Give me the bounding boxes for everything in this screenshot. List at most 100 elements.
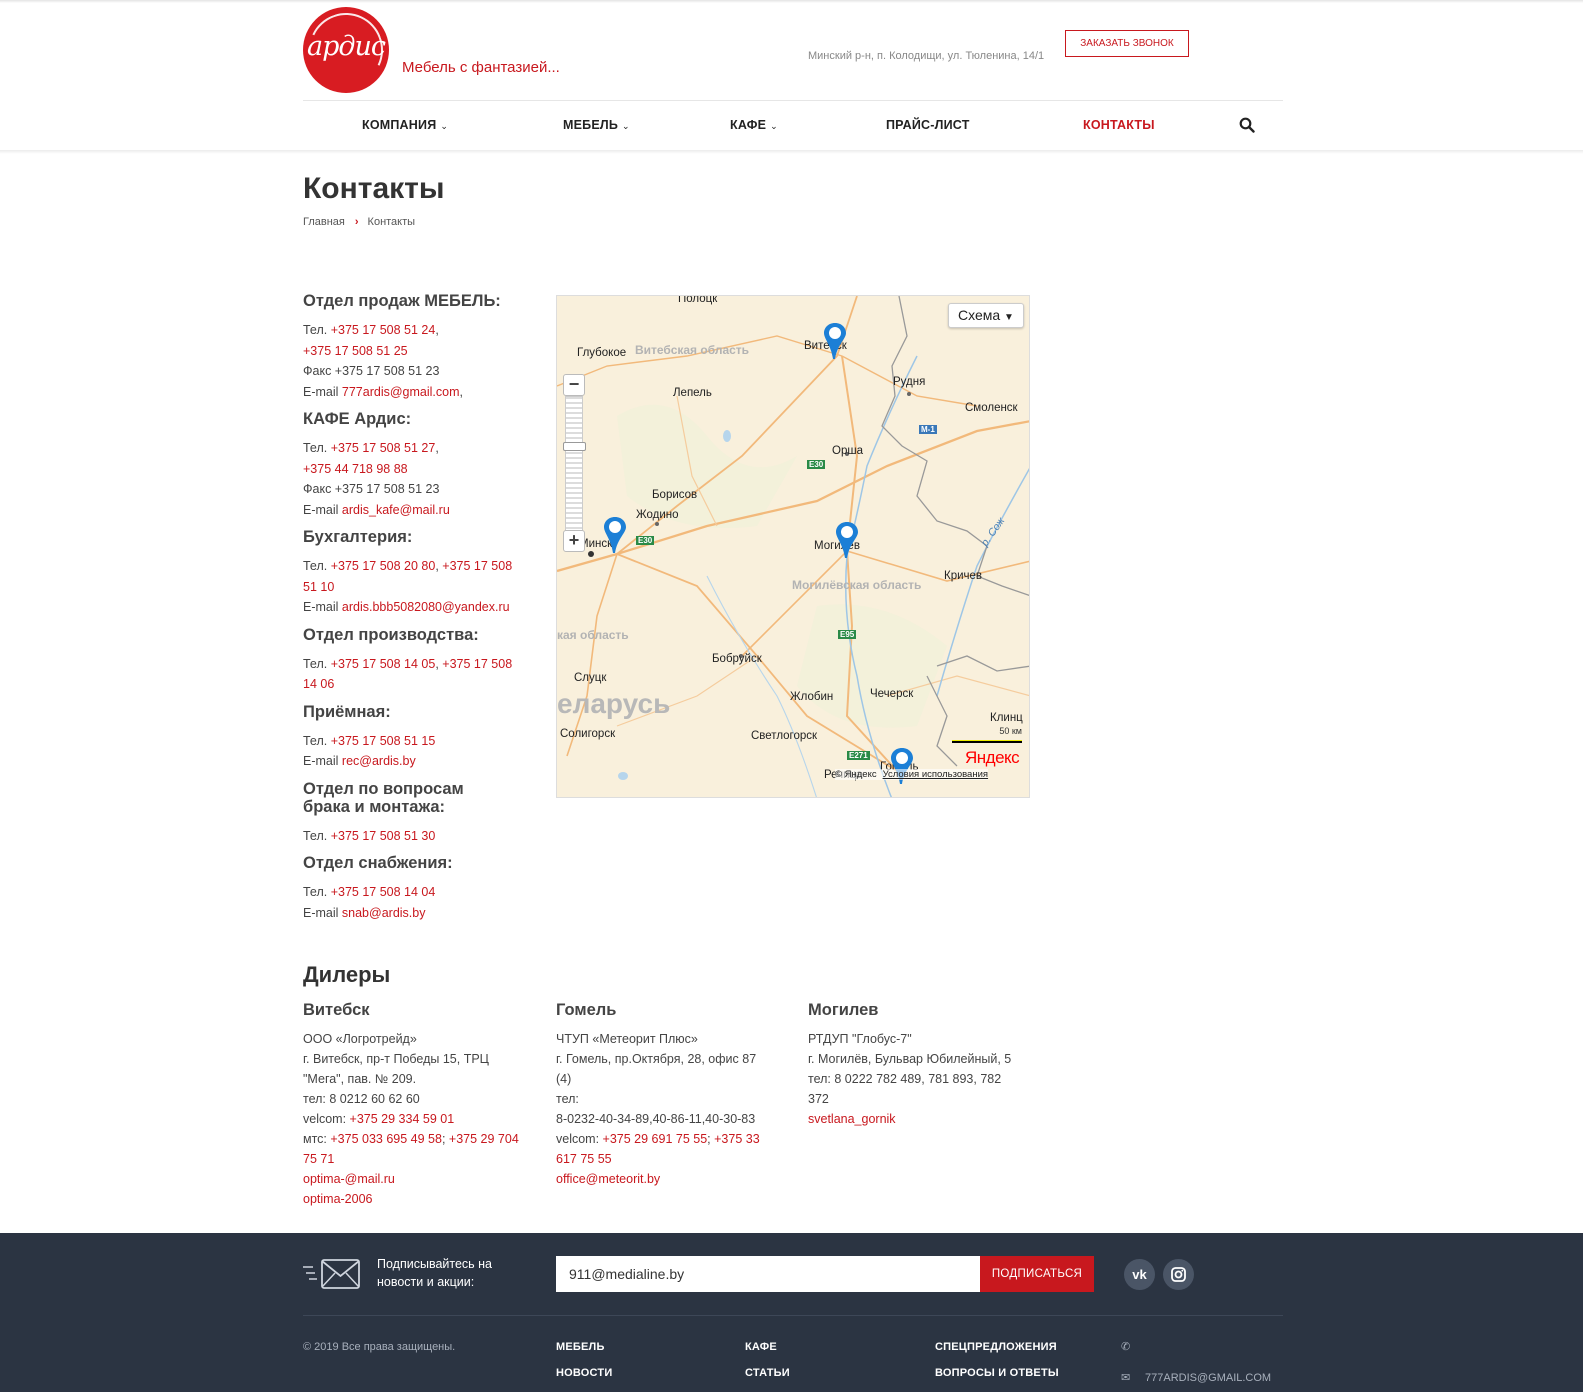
logo-text: ардис	[306, 31, 386, 62]
subscribe-button[interactable]: ПОДПИСАТЬСЯ	[980, 1256, 1094, 1292]
dealer-card-mogilev: Могилев РТДУП "Глобус-7" г. Могилёв, Бульв…	[808, 1001, 1033, 1129]
slogan: Мебель с фантазией...	[402, 59, 560, 76]
map-city-label: Солигорск	[560, 728, 616, 740]
map-marker-icon[interactable]	[834, 520, 860, 560]
contact-link[interactable]: +375 29 334 59 01	[350, 1112, 455, 1126]
nav-label: МЕБЕЛЬ	[563, 118, 619, 132]
logo[interactable]: ардис	[303, 7, 389, 93]
contact-link[interactable]: +375 033 695 49 58	[330, 1132, 442, 1146]
dealer-city: Могилев	[808, 1001, 879, 1019]
contact-link[interactable]: +375 17 508 14 04	[331, 885, 436, 899]
map-type-select[interactable]: Схема ▼	[948, 303, 1024, 328]
contact-section-title: Отдел по вопросам брака и монтажа:	[303, 779, 464, 816]
contact-link[interactable]: rec@ardis.by	[342, 754, 416, 768]
instagram-icon[interactable]	[1163, 1259, 1194, 1290]
subscribe-text: Подписывайтесь на новости и акции:	[377, 1255, 492, 1291]
contact-section: Отдел снабжения: Тел. +375 17 508 14 04 E-…	[303, 854, 533, 923]
contact-line: E-mail ardis_kafe@mail.ru	[303, 500, 533, 521]
contact-link[interactable]: +375 17 508 51 30	[331, 829, 436, 843]
map-marker-icon[interactable]	[889, 746, 915, 786]
contact-section: Приёмная: Тел. +375 17 508 51 15 E-mail re…	[303, 703, 533, 772]
contact-text: Тел.	[303, 828, 331, 843]
zoom-slider-handle[interactable]	[563, 442, 586, 451]
nav-item-cafe[interactable]: КАФЕ ⌄	[730, 118, 778, 132]
breadcrumb: Главная › Контакты	[303, 216, 415, 228]
contact-link[interactable]: 617 75 55	[556, 1152, 612, 1166]
contact-link[interactable]: optima-@mail.ru	[303, 1172, 395, 1186]
contact-text: Тел.	[303, 656, 331, 671]
nav-item-contacts[interactable]: КОНТАКТЫ	[1083, 118, 1155, 132]
map-marker-icon[interactable]	[822, 321, 848, 361]
contact-link[interactable]: 777ardis@gmail.com	[342, 385, 460, 399]
callback-button[interactable]: ЗАКАЗАТЬ ЗВОНОК	[1065, 30, 1189, 57]
nav-item-price-list[interactable]: ПРАЙС-ЛИСТ	[886, 118, 970, 132]
map[interactable]: Витебская область Могилёвская область ка…	[556, 295, 1030, 798]
footer-link-articles[interactable]: СТАТЬИ	[745, 1367, 790, 1379]
contact-link[interactable]: +375 33	[714, 1132, 760, 1146]
footer-link-special-offers[interactable]: СПЕЦПРЕДЛОЖЕНИЯ	[935, 1341, 1057, 1353]
contact-link[interactable]: snab@ardis.by	[342, 906, 426, 920]
zoom-in-button[interactable]: +	[563, 530, 585, 552]
contact-line: Тел. +375 17 508 14 04	[303, 882, 533, 903]
contact-link[interactable]: +375 17 508 51 25	[303, 344, 408, 358]
yandex-logo-text: Яндекс	[965, 748, 1020, 767]
contact-link[interactable]: 14 06	[303, 677, 334, 691]
map-city-label: Глубокое	[577, 347, 627, 359]
nav-item-company[interactable]: КОМПАНИЯ ⌄	[362, 118, 448, 132]
contact-line: office@meteorit.by	[556, 1169, 781, 1189]
contact-link[interactable]: +375 17 508 51 15	[331, 734, 436, 748]
map-city-label: Смоленск	[965, 402, 1018, 414]
map-scale-bar	[952, 740, 1022, 743]
map-city-label: Рудня	[893, 376, 926, 388]
contact-line: optima-2006	[303, 1189, 528, 1209]
map-zoom-control: − +	[563, 374, 586, 554]
contact-text: Тел.	[303, 733, 331, 748]
contact-link[interactable]: optima-2006	[303, 1192, 373, 1206]
contact-link[interactable]: +375 29 704	[449, 1132, 519, 1146]
contact-link[interactable]: +375 17 508	[442, 559, 512, 573]
contact-line: svetlana_gornik	[808, 1109, 1033, 1129]
subscribe-email-input[interactable]: 911@medialine.by	[556, 1256, 980, 1292]
dealers-title: Дилеры	[303, 962, 391, 987]
nav-shadow	[0, 150, 1583, 154]
map-road-label: E30	[807, 460, 826, 469]
contact-link[interactable]: ardis_kafe@mail.ru	[342, 503, 450, 517]
zoom-slider-track[interactable]	[565, 396, 583, 532]
contact-text: тел: 8 0212 60 62 60	[303, 1092, 420, 1106]
contact-text: ООО «Логротрейд»	[303, 1032, 417, 1046]
footer-link-news[interactable]: НОВОСТИ	[556, 1367, 612, 1379]
contact-line: 372	[808, 1089, 1033, 1109]
contact-line: тел: 8 0222 782 489, 781 893, 782	[808, 1069, 1033, 1089]
contact-link[interactable]: +375 44 718 98 88	[303, 462, 408, 476]
footer-link-furniture[interactable]: МЕБЕЛЬ	[556, 1341, 605, 1353]
footer-link-cafe[interactable]: КАФЕ	[745, 1341, 777, 1353]
nav-item-furniture[interactable]: МЕБЕЛЬ ⌄	[563, 118, 630, 132]
contact-link[interactable]: +375 17 508	[442, 657, 512, 671]
contact-text: 8-0232-40-34-89,40-86-11,40-30-83	[556, 1112, 756, 1126]
yandex-logo[interactable]: Яндекс	[965, 748, 1020, 768]
contact-link[interactable]: +375 29 691 75 55	[603, 1132, 708, 1146]
contact-line: Тел. +375 17 508 20 80, +375 17 508	[303, 556, 533, 577]
vk-icon[interactable]: vk	[1124, 1259, 1155, 1290]
contact-section: Бухгалтерия: Тел. +375 17 508 20 80, +375…	[303, 528, 533, 618]
contact-text: ЧТУП «Метеорит Плюс»	[556, 1032, 698, 1046]
contact-link[interactable]: +375 17 508 20 80	[331, 559, 436, 573]
map-marker-icon[interactable]	[602, 515, 628, 555]
contact-link[interactable]: svetlana_gornik	[808, 1112, 896, 1126]
contact-link[interactable]: 75 71	[303, 1152, 334, 1166]
footer-email-text: 777ARDIS@GMAIL.COM	[1145, 1372, 1272, 1384]
nav-label: КОНТАКТЫ	[1083, 118, 1155, 132]
footer-link-faq[interactable]: ВОПРОСЫ И ОТВЕТЫ	[935, 1367, 1059, 1379]
contact-line: 75 71	[303, 1149, 528, 1169]
footer-email[interactable]: ✉ 777ARDIS@GMAIL.COM	[1121, 1371, 1271, 1384]
breadcrumb-home[interactable]: Главная	[303, 216, 345, 228]
map-terms-link[interactable]: Условия использования	[883, 769, 988, 780]
search-icon[interactable]	[1239, 117, 1255, 133]
contact-link[interactable]: 51 10	[303, 580, 334, 594]
contact-link[interactable]: ardis.bbb5082080@yandex.ru	[342, 600, 510, 614]
zoom-out-button[interactable]: −	[563, 374, 585, 396]
contact-link[interactable]: +375 17 508 14 05	[331, 657, 436, 671]
contact-link[interactable]: +375 17 508 51 27	[331, 441, 436, 455]
contact-link[interactable]: office@meteorit.by	[556, 1172, 660, 1186]
contact-link[interactable]: +375 17 508 51 24	[331, 323, 436, 337]
